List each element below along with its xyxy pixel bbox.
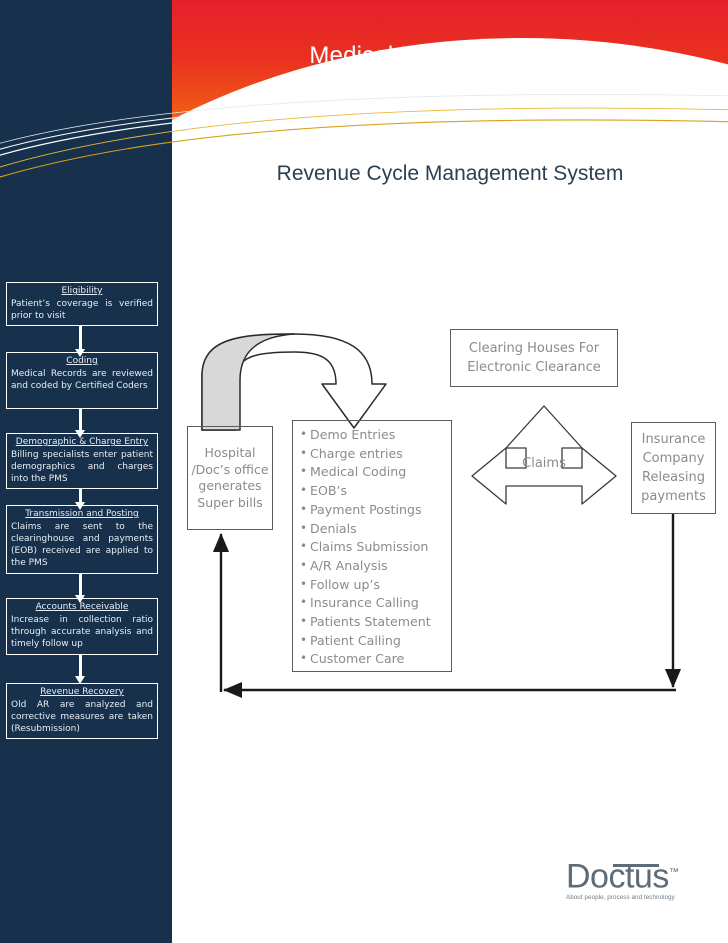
clearing-houses-box[interactable]: Clearing Houses For Electronic Clearance: [450, 329, 618, 387]
step-body: Medical Records are reviewed and coded b…: [11, 369, 153, 391]
service-list-item: A/R Analysis: [299, 556, 451, 576]
service-list-item: Charge entries: [299, 444, 451, 464]
logo-wordmark: Doctus™: [566, 856, 706, 893]
step-body: Increase in collection ratio through acc…: [11, 615, 153, 649]
step-body: Old AR are analyzed and corrective measu…: [11, 700, 153, 734]
service-list-item: Insurance Calling: [299, 593, 451, 613]
sidebar-step-accounts-receivable[interactable]: Accounts Receivable Increase in collecti…: [6, 598, 158, 655]
step-body: Patient’s coverage is verified prior to …: [11, 299, 153, 321]
services-list: Demo EntriesCharge entriesMedical Coding…: [299, 425, 451, 669]
page-title: Medical Billing Flow Chart: [309, 42, 591, 69]
service-list-item: Follow up’s: [299, 575, 451, 595]
step-body: Claims are sent to the clearinghouse and…: [11, 522, 153, 568]
service-list-item: Claims Submission: [299, 537, 451, 557]
doctus-logo: Doctus™ About people, process and techno…: [566, 856, 706, 901]
service-list-item: Medical Coding: [299, 462, 451, 482]
rail-connector-2: [75, 409, 85, 438]
rail-connector-4: [75, 574, 85, 603]
service-list-item: Demo Entries: [299, 425, 451, 445]
step-title: Transmission and Posting: [25, 509, 139, 519]
sidebar-step-eligibility[interactable]: Eligibility Patient’s coverage is verifi…: [6, 282, 158, 326]
clearing-houses-label: Clearing Houses For Electronic Clearance: [467, 341, 601, 375]
step-body: Billing specialists enter patient demogr…: [11, 450, 153, 484]
service-list-item: Denials: [299, 519, 451, 539]
page-subtitle: Revenue Cycle Management System: [276, 162, 624, 185]
step-title: Demographic & Charge Entry: [15, 437, 149, 447]
process-arc-arrow: [201, 333, 387, 431]
step-title: Eligibility: [61, 286, 103, 296]
service-list-item: EOB’s: [299, 481, 451, 501]
insurance-company-box[interactable]: Insurance Company Releasing payments: [631, 422, 716, 514]
service-list-item: Payment Postings: [299, 500, 451, 520]
services-list-box[interactable]: Demo EntriesCharge entriesMedical Coding…: [292, 420, 452, 672]
service-list-item: Patients Statement: [299, 612, 451, 632]
hospital-box-label: Hospital /Doc’s office generates Super b…: [191, 445, 269, 510]
rail-connector-5: [75, 655, 85, 684]
step-title: Revenue Recovery: [40, 687, 124, 697]
logo-trademark-icon: ™: [668, 867, 679, 878]
claims-three-way-arrow: [471, 405, 617, 505]
header-banner: Medical Billing Flow Chart: [172, 0, 728, 158]
sidebar-step-demographic-charge-entry[interactable]: Demographic & Charge Entry Billing speci…: [6, 433, 158, 489]
slide-canvas: Medical Billing Flow Chart Revenue Cycle…: [0, 0, 728, 943]
rail-connector-3: [75, 489, 85, 510]
service-list-item: Customer Care: [299, 649, 451, 669]
sidebar-step-revenue-recovery[interactable]: Revenue Recovery Old AR are analyzed and…: [6, 683, 158, 739]
service-list-item: Patient Calling: [299, 631, 451, 651]
step-title: Coding: [66, 356, 98, 366]
insurance-company-label: Insurance Company Releasing payments: [641, 432, 706, 504]
logo-tagline: About people, process and technology: [566, 894, 675, 902]
sidebar-step-coding[interactable]: Coding Medical Records are reviewed and …: [6, 352, 158, 409]
rail-connector-1: [75, 326, 85, 357]
logo-underline-bar: [613, 864, 659, 867]
hospital-box[interactable]: Hospital /Doc’s office generates Super b…: [187, 426, 273, 530]
sidebar-step-transmission-and-posting[interactable]: Transmission and Posting Claims are sent…: [6, 505, 158, 574]
step-title: Accounts Receivable: [35, 602, 129, 612]
